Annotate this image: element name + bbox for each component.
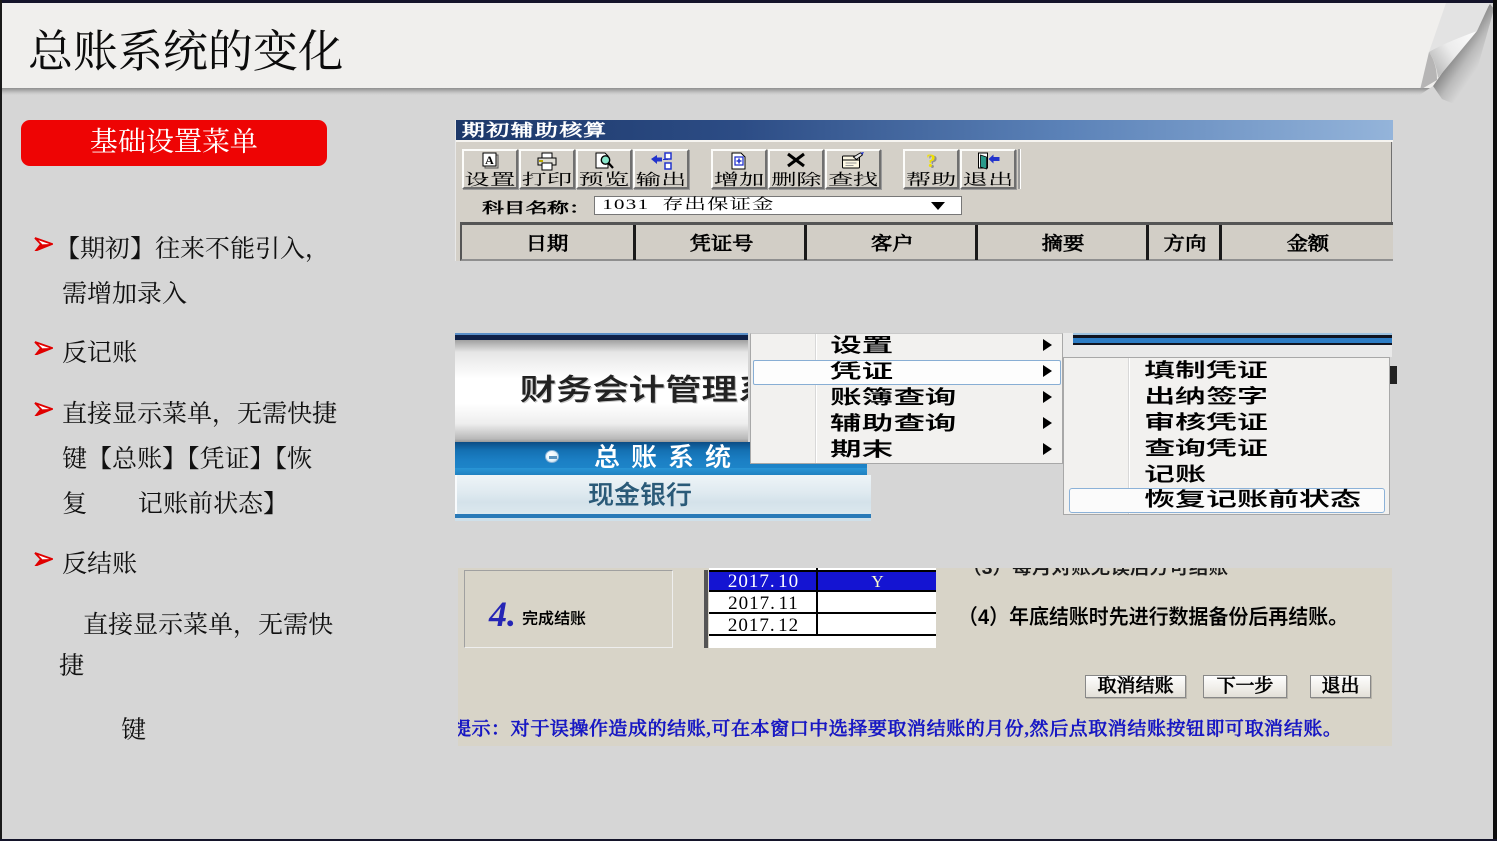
svg-text:?: ?: [926, 152, 936, 171]
svg-text:A: A: [485, 153, 494, 167]
